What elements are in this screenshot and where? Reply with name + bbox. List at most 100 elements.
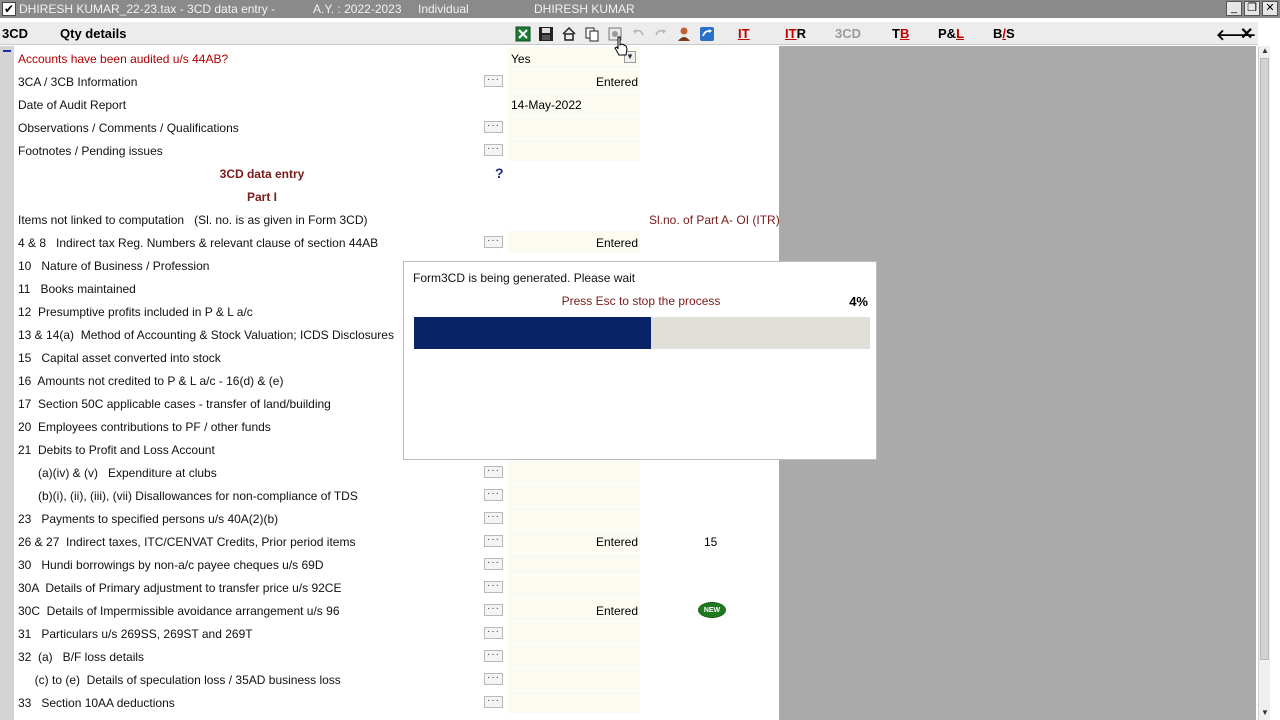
ellipsis-button[interactable]: ··· xyxy=(484,696,503,708)
collapse-icon[interactable] xyxy=(3,50,11,52)
row-label: 20 Employees contributions to PF / other… xyxy=(18,420,271,434)
row-label: 3CA / 3CB Information xyxy=(18,75,138,89)
row-value: Yes xyxy=(511,52,531,66)
form-row[interactable]: Items not linked to computation (Sl. no.… xyxy=(14,208,780,231)
form-row[interactable]: Accounts have been audited u/s 44AB? Yes ▼ xyxy=(14,47,779,70)
form-row[interactable]: 30A Details of Primary adjustment to tra… xyxy=(14,576,779,599)
row-value-field[interactable] xyxy=(508,461,640,483)
help-icon[interactable]: ? xyxy=(495,165,504,181)
form-row[interactable]: Date of Audit Report 14-May-2022 xyxy=(14,93,779,116)
form-row[interactable]: 3CD data entry? xyxy=(14,162,779,185)
ellipsis-button[interactable]: ··· xyxy=(484,650,503,662)
form-row[interactable]: (c) to (e) Details of speculation loss /… xyxy=(14,668,779,691)
ellipsis-button[interactable]: ··· xyxy=(484,535,503,547)
vertical-scrollbar[interactable]: ▲ ▼ xyxy=(1258,46,1270,720)
scroll-up-icon[interactable]: ▲ xyxy=(1260,46,1270,56)
undo-icon[interactable] xyxy=(629,25,646,42)
ellipsis-button[interactable]: ··· xyxy=(484,144,503,156)
row-label: 17 Section 50C applicable cases - transf… xyxy=(18,397,331,411)
row-value-field[interactable] xyxy=(508,116,640,138)
form-row[interactable]: Observations / Comments / Qualifications… xyxy=(14,116,779,139)
ellipsis-button[interactable]: ··· xyxy=(484,121,503,133)
sl-no-value: 15 xyxy=(704,535,718,549)
row-value-field[interactable] xyxy=(508,484,640,506)
form-code: 3CD xyxy=(2,26,29,41)
redo-icon[interactable] xyxy=(652,25,669,42)
form-row[interactable]: 4 & 8 Indirect tax Reg. Numbers & releva… xyxy=(14,231,779,254)
qty-details-link[interactable]: Qty details xyxy=(60,26,126,41)
restore-button[interactable]: ❐ xyxy=(1244,1,1260,16)
refresh-icon[interactable] xyxy=(698,25,715,42)
row-value-field[interactable] xyxy=(508,622,640,644)
form-row[interactable]: (a)(iv) & (v) Expenditure at clubs ··· xyxy=(14,461,779,484)
row-value-field[interactable] xyxy=(508,668,640,690)
ellipsis-button[interactable]: ··· xyxy=(484,236,503,248)
ellipsis-button[interactable]: ··· xyxy=(484,466,503,478)
ellipsis-button[interactable]: ··· xyxy=(484,512,503,524)
row-value-field[interactable]: Entered xyxy=(508,70,640,92)
close-window-button[interactable]: ✕ xyxy=(1262,1,1278,16)
form-row[interactable]: Footnotes / Pending issues ··· xyxy=(14,139,779,162)
row-value: Entered xyxy=(595,75,638,89)
form-row[interactable]: 30C Details of Impermissible avoidance a… xyxy=(14,599,779,622)
tab-3cd[interactable]: 3CD xyxy=(835,26,861,41)
ellipsis-button[interactable]: ··· xyxy=(484,673,503,685)
form-row[interactable]: 26 & 27 Indirect taxes, ITC/CENVAT Credi… xyxy=(14,530,779,553)
ellipsis-button[interactable]: ··· xyxy=(484,581,503,593)
scrollbar-thumb[interactable] xyxy=(1260,58,1269,660)
form-row[interactable]: 33 Section 10AA deductions ··· xyxy=(14,691,779,714)
row-label: 13 & 14(a) Method of Accounting & Stock … xyxy=(18,328,394,342)
row-label: 3CD data entry xyxy=(219,167,305,181)
row-label: Date of Audit Report xyxy=(18,98,127,112)
form-row[interactable]: Part I xyxy=(14,185,779,208)
row-value-field[interactable] xyxy=(508,691,640,713)
form-row[interactable]: (b)(i), (ii), (iii), (vii) Disallowances… xyxy=(14,484,779,507)
row-value: Entered xyxy=(595,535,638,549)
row-value-field[interactable] xyxy=(508,139,640,161)
excel-icon[interactable] xyxy=(514,25,531,42)
row-label: 4 & 8 Indirect tax Reg. Numbers & releva… xyxy=(18,236,379,250)
user-icon[interactable] xyxy=(675,25,692,42)
hand-cursor-icon xyxy=(614,36,628,58)
row-label: 21 Debits to Profit and Loss Account xyxy=(18,443,215,457)
ellipsis-button[interactable]: ··· xyxy=(484,75,503,87)
copy-icon[interactable] xyxy=(583,25,600,42)
tab-tb[interactable]: TB xyxy=(892,26,909,41)
form-row[interactable]: 32 (a) B/F loss details ··· xyxy=(14,645,779,668)
close-form-button[interactable]: ✕ xyxy=(1240,24,1253,44)
form-row[interactable]: 31 Particulars u/s 269SS, 269ST and 269T… xyxy=(14,622,779,645)
minimize-button[interactable]: _ xyxy=(1226,1,1242,16)
form-row[interactable]: 23 Payments to specified persons u/s 40A… xyxy=(14,507,779,530)
form-row[interactable]: 30 Hundi borrowings by non-a/c payee che… xyxy=(14,553,779,576)
row-value-field[interactable]: Entered xyxy=(508,231,640,253)
row-label: 31 Particulars u/s 269SS, 269ST and 269T xyxy=(18,627,253,641)
row-value-field[interactable]: Entered xyxy=(508,599,640,621)
row-value-field[interactable]: Entered xyxy=(508,530,640,552)
tab-itr[interactable]: ITR xyxy=(785,26,806,41)
home-icon[interactable] xyxy=(560,25,577,42)
row-label: Observations / Comments / Qualifications xyxy=(18,121,239,135)
row-label: (a)(iv) & (v) Expenditure at clubs xyxy=(18,466,217,480)
ellipsis-button[interactable]: ··· xyxy=(484,604,503,616)
row-label: 32 (a) B/F loss details xyxy=(18,650,145,664)
ellipsis-button[interactable]: ··· xyxy=(484,489,503,501)
row-label: 30A Details of Primary adjustment to tra… xyxy=(18,581,342,595)
tab-it[interactable]: IT xyxy=(738,26,750,41)
row-value-field[interactable]: 14-May-2022 xyxy=(508,93,640,115)
save-icon[interactable] xyxy=(537,25,554,42)
ellipsis-button[interactable]: ··· xyxy=(484,558,503,570)
tab-bs[interactable]: B/S xyxy=(993,26,1015,41)
row-value: 14-May-2022 xyxy=(511,98,582,112)
window-controls: _ ❐ ✕ xyxy=(1226,1,1278,16)
row-value-field[interactable] xyxy=(508,576,640,598)
ellipsis-button[interactable]: ··· xyxy=(484,627,503,639)
tab-pl[interactable]: P&L xyxy=(938,26,964,41)
row-value-field[interactable] xyxy=(508,645,640,667)
progress-bar-fill xyxy=(414,317,651,349)
app-check-icon: ✔ xyxy=(2,2,16,16)
scroll-down-icon[interactable]: ▼ xyxy=(1260,708,1270,718)
progress-dialog: Form3CD is being generated. Please wait … xyxy=(403,261,877,460)
form-row[interactable]: 3CA / 3CB Information ··· Entered xyxy=(14,70,779,93)
row-value-field[interactable] xyxy=(508,507,640,529)
row-value-field[interactable] xyxy=(508,553,640,575)
